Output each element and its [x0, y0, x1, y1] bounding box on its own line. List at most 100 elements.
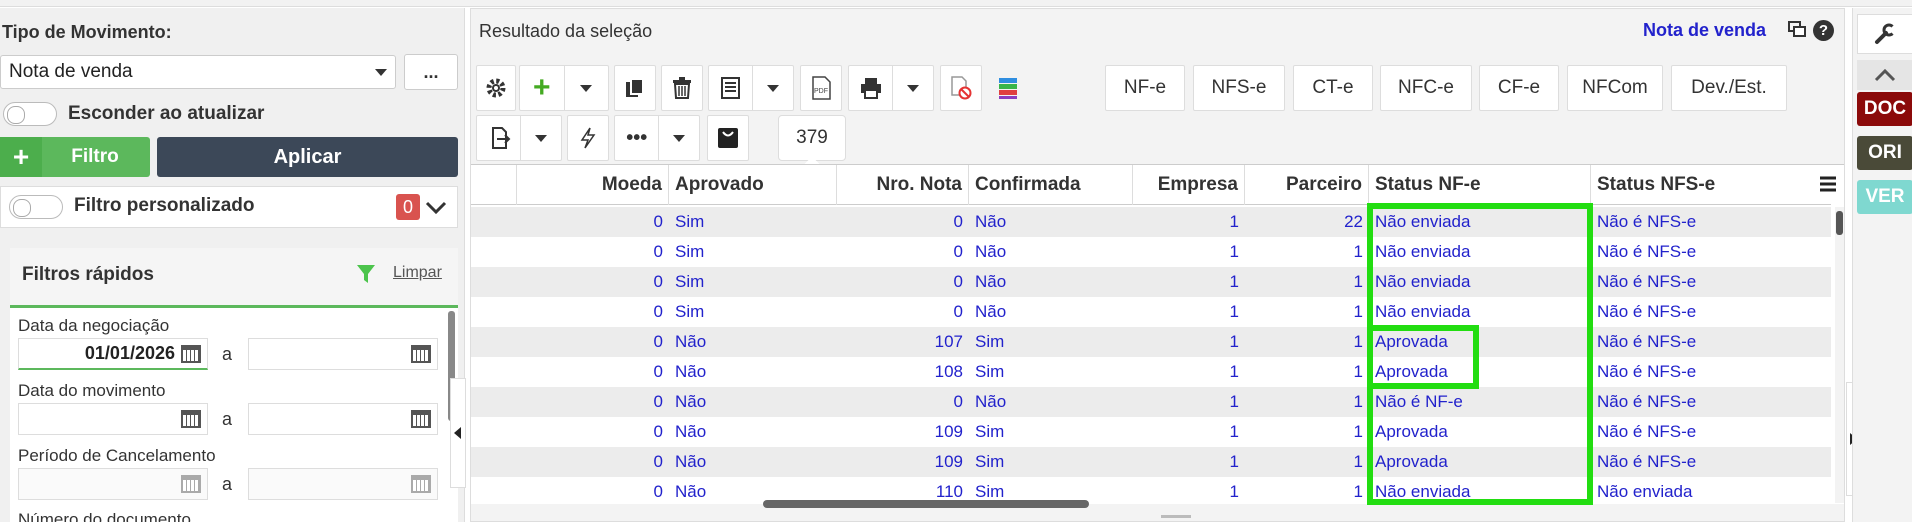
doc-badge[interactable]: DOC: [1857, 92, 1912, 126]
column-header-moeda[interactable]: Moeda: [517, 165, 669, 205]
limpar-link[interactable]: Limpar: [393, 264, 442, 282]
filtro-label: Filtro: [71, 146, 119, 167]
copy-icon: [626, 78, 644, 97]
cell-nro-nota: 0: [953, 242, 963, 261]
export-button[interactable]: [476, 115, 562, 161]
document-button[interactable]: [708, 65, 794, 111]
cell-moeda: 0: [653, 392, 663, 411]
delete-button[interactable]: [661, 65, 703, 111]
chevron-down-icon: [535, 134, 548, 142]
cell-moeda: 0: [653, 242, 663, 261]
cancel-document-button[interactable]: [940, 65, 982, 111]
results-panel: Resultado da seleção Nota de venda ? + P…: [470, 8, 1845, 522]
cte-button[interactable]: CT-e: [1293, 65, 1373, 111]
bag-button[interactable]: [707, 115, 749, 161]
cell-parceiro: 1: [1353, 242, 1363, 261]
data-negociacao-to[interactable]: [248, 338, 438, 370]
column-header-empresa[interactable]: Empresa: [1133, 165, 1245, 205]
calendar-icon[interactable]: [181, 344, 201, 363]
esconder-toggle[interactable]: [3, 102, 57, 126]
cell-moeda: 0: [653, 452, 663, 471]
svg-text:PDF: PDF: [814, 88, 828, 95]
nfcom-button[interactable]: NFCom: [1567, 65, 1663, 111]
grid-header: Moeda Aprovado Nro. Nota Confirmada Empr…: [471, 165, 1831, 205]
cell-parceiro: 1: [1353, 392, 1363, 411]
cell-nro-nota: 0: [953, 272, 963, 291]
cell-empresa: 1: [1229, 272, 1239, 291]
table-row[interactable]: 0 Sim 0 Não 1 1 Não enviada Não é NFS-e: [471, 297, 1831, 327]
resize-handle[interactable]: [1161, 515, 1191, 518]
esconder-label: Esconder ao atualizar: [68, 103, 265, 124]
column-header-status-nfse[interactable]: Status NFS-e: [1591, 165, 1811, 205]
chevron-down-icon[interactable]: [425, 200, 447, 216]
cell-empresa: 1: [1229, 302, 1239, 321]
dev-est-button[interactable]: Dev./Est.: [1671, 65, 1787, 111]
cell-moeda: 0: [653, 212, 663, 231]
filtro-personalizado-toggle[interactable]: [9, 195, 63, 219]
nfse-button[interactable]: NFS-e: [1193, 65, 1285, 111]
copy-button[interactable]: [614, 65, 656, 111]
table-row[interactable]: 0 Sim 0 Não 1 22 Não enviada Não é NFS-e: [471, 207, 1831, 237]
results-grid: Moeda Aprovado Nro. Nota Confirmada Empr…: [471, 164, 1844, 508]
cell-status-nfse: Não é NFS-e: [1597, 392, 1697, 411]
periodo-cancelamento-from[interactable]: [18, 468, 208, 500]
table-row[interactable]: 0 Não 108 Sim 1 1 Aprovada Não é NFS-e: [471, 357, 1831, 387]
column-header-confirmada[interactable]: Confirmada: [969, 165, 1133, 205]
collapse-panel-button[interactable]: [450, 378, 466, 488]
vertical-scrollbar-thumb[interactable]: [1836, 211, 1843, 235]
cell-moeda: 0: [653, 302, 663, 321]
lightning-button[interactable]: [567, 115, 609, 161]
windows-icon[interactable]: [1788, 21, 1806, 39]
calendar-icon[interactable]: [411, 410, 431, 428]
ver-badge[interactable]: VER: [1857, 180, 1912, 214]
data-movimento-to[interactable]: [248, 403, 438, 435]
filter-count-badge: 0: [396, 194, 420, 220]
cfe-button[interactable]: CF-e: [1479, 65, 1559, 111]
add-button[interactable]: +: [519, 65, 609, 111]
data-negociacao-from[interactable]: 01/01/2026: [18, 338, 208, 370]
table-row[interactable]: 0 Não 0 Não 1 1 Não é NF-e Não é NFS-e: [471, 387, 1831, 417]
cell-status-nfse: Não é NFS-e: [1597, 302, 1697, 321]
tools-button[interactable]: [1857, 14, 1912, 54]
column-menu-icon[interactable]: [1819, 175, 1837, 193]
results-title: Resultado da seleção: [479, 21, 653, 41]
cell-aprovado: Sim: [675, 302, 705, 321]
nfe-button[interactable]: NF-e: [1105, 65, 1185, 111]
pdf-button[interactable]: PDF: [800, 65, 842, 111]
calendar-icon[interactable]: [181, 475, 201, 493]
cell-empresa: 1: [1229, 482, 1239, 501]
table-row[interactable]: 0 Não 109 Sim 1 1 Aprovada Não é NFS-e: [471, 417, 1831, 447]
calendar-icon[interactable]: [411, 475, 431, 493]
table-row[interactable]: 0 Sim 0 Não 1 1 Não enviada Não é NFS-e: [471, 267, 1831, 297]
aplicar-button[interactable]: Aplicar: [157, 137, 458, 177]
nfce-button[interactable]: NFC-e: [1380, 65, 1472, 111]
column-header-aprovado[interactable]: Aprovado: [669, 165, 837, 205]
tipo-movimento-select[interactable]: Nota de venda: [0, 55, 396, 89]
chevron-up-icon: [1874, 68, 1896, 82]
column-header-parceiro[interactable]: Parceiro: [1245, 165, 1369, 205]
calendar-icon[interactable]: [181, 410, 201, 428]
data-movimento-from[interactable]: [18, 403, 208, 435]
more-options-button[interactable]: ...: [404, 54, 458, 90]
table-row[interactable]: 0 Não 109 Sim 1 1 Aprovada Não é NFS-e: [471, 447, 1831, 477]
calendar-icon[interactable]: [411, 345, 431, 363]
settings-button[interactable]: [476, 65, 516, 111]
table-row[interactable]: 0 Não 110 Sim 1 1 Não enviada Não enviada: [471, 477, 1831, 507]
column-header-nro-nota[interactable]: Nro. Nota: [837, 165, 969, 205]
table-row[interactable]: 0 Sim 0 Não 1 1 Não enviada Não é NFS-e: [471, 237, 1831, 267]
ori-badge[interactable]: ORI: [1857, 136, 1912, 170]
print-button[interactable]: [848, 65, 934, 111]
table-row[interactable]: 0 Não 107 Sim 1 1 Aprovada Não é NFS-e: [471, 327, 1831, 357]
layers-icon: [999, 78, 1017, 99]
funnel-icon: [357, 265, 375, 283]
periodo-cancelamento-to[interactable]: [248, 468, 438, 500]
horizontal-scrollbar-thumb[interactable]: [763, 500, 1089, 508]
chevron-down-icon: [673, 134, 686, 142]
filtro-button[interactable]: + Filtro: [0, 137, 150, 177]
layers-button[interactable]: [987, 65, 1029, 111]
column-header-status-nfe[interactable]: Status NF-e: [1369, 165, 1591, 205]
more-actions-button[interactable]: •••: [614, 115, 700, 161]
nota-de-venda-link[interactable]: Nota de venda: [1643, 20, 1766, 41]
help-icon[interactable]: ?: [1813, 20, 1834, 41]
collapse-up-button[interactable]: [1857, 60, 1912, 90]
